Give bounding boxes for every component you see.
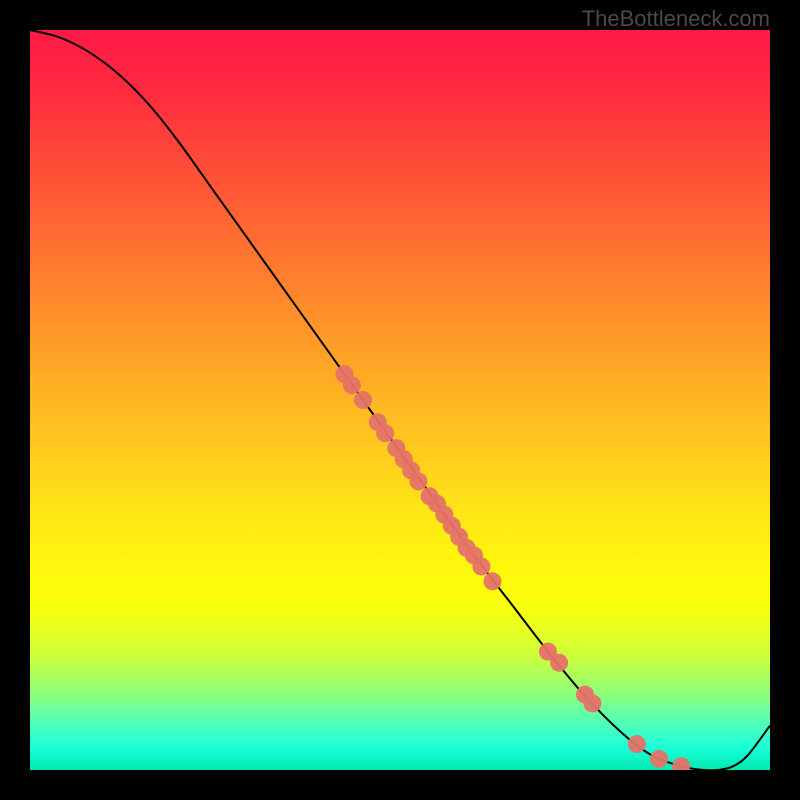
chart-plot-area [30,30,770,770]
data-point [343,376,361,394]
data-point [650,750,668,768]
data-point [410,472,428,490]
watermark-text: TheBottleneck.com [582,6,770,32]
data-point [628,735,646,753]
data-point [376,424,394,442]
data-point [484,572,502,590]
data-point [672,757,690,770]
data-point [550,654,568,672]
data-point [472,558,490,576]
marker-group [336,365,691,770]
data-point [583,694,601,712]
chart-svg [30,30,770,770]
bottleneck-curve [30,30,770,770]
data-point [354,391,372,409]
